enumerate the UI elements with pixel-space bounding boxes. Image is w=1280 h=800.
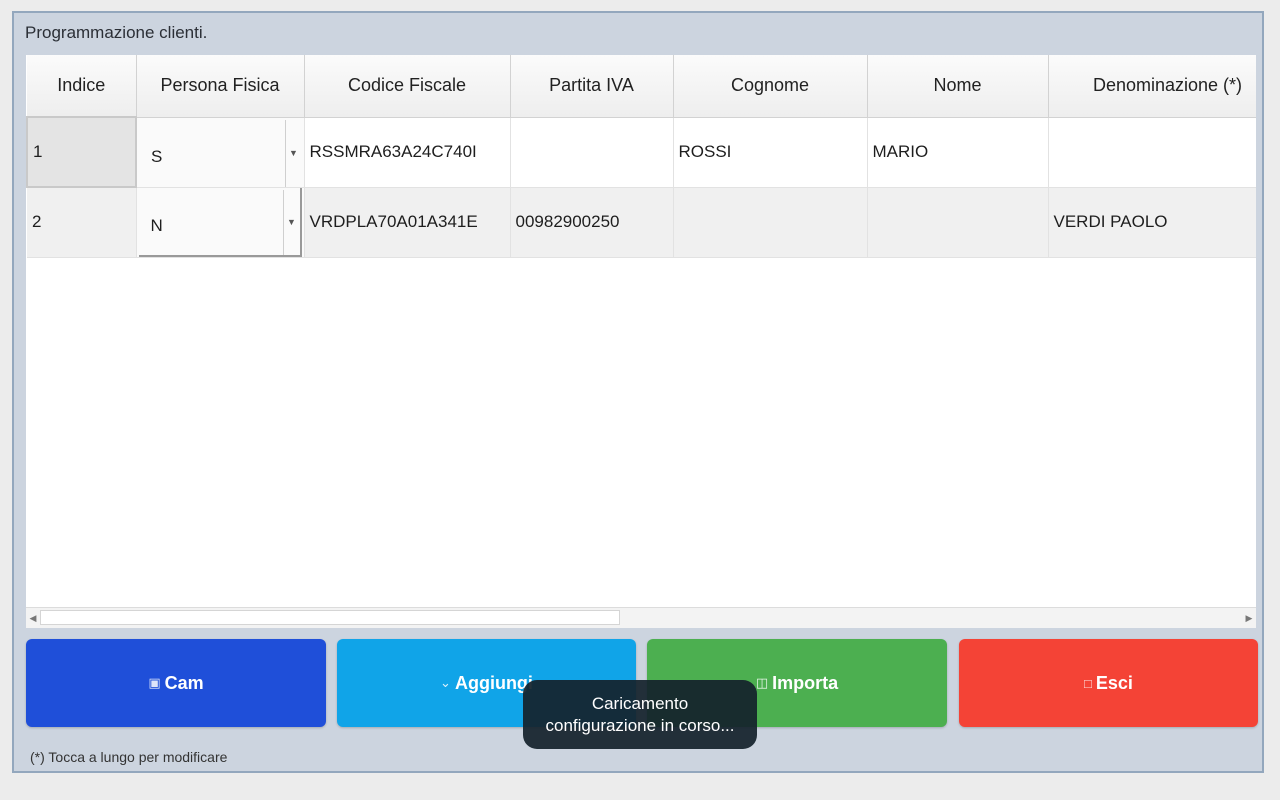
- column-header-denominazione[interactable]: Denominazione (*): [1048, 55, 1256, 118]
- folder-icon: ◫: [755, 675, 769, 690]
- cam-button[interactable]: ▣ Cam: [26, 639, 326, 727]
- persona-fisica-select[interactable]: S ▼: [139, 118, 302, 186]
- toast-line-2: configurazione in corso...: [545, 715, 735, 735]
- aggiungi-button-label: Aggiungi: [454, 672, 533, 693]
- column-header-persona-fisica[interactable]: Persona Fisica: [136, 55, 305, 118]
- loading-toast: Caricamento configurazione in corso...: [523, 680, 757, 749]
- scroll-left-icon[interactable]: ◀: [26, 608, 40, 628]
- column-header-partita-iva[interactable]: Partita IVA: [510, 55, 674, 118]
- horizontal-scrollbar[interactable]: ◀ ▶: [26, 607, 1256, 628]
- cell-codice-fiscale[interactable]: VRDPLA70A01A341E: [304, 187, 511, 258]
- footnote: (*) Tocca a lungo per modificare: [30, 749, 228, 765]
- cell-nome[interactable]: [867, 187, 1049, 258]
- importa-button-label: Importa: [772, 672, 839, 693]
- dropdown-arrow-icon[interactable]: ▼: [282, 189, 300, 255]
- toast-line-1: Caricamento: [591, 693, 689, 713]
- clients-dialog: Programmazione clienti. Indice Persona F…: [12, 11, 1264, 773]
- persona-fisica-value: S: [151, 147, 163, 166]
- dialog-title: Programmazione clienti.: [25, 23, 208, 42]
- table-header-row: Indice Persona Fisica Codice Fiscale Par…: [27, 55, 1256, 118]
- cell-cognome[interactable]: ROSSI: [673, 117, 868, 188]
- cell-partita-iva[interactable]: 00982900250: [510, 187, 674, 258]
- cell-persona-fisica[interactable]: N ▼: [136, 187, 305, 258]
- chevron-down-icon: ⌄: [440, 675, 451, 690]
- table-row[interactable]: 2 N ▼ VRDPLA70A01A341E 00982900250 VERDI…: [27, 187, 1256, 258]
- scroll-right-icon[interactable]: ▶: [1242, 608, 1256, 628]
- cell-partita-iva[interactable]: [510, 117, 674, 188]
- column-header-indice[interactable]: Indice: [27, 55, 137, 118]
- column-header-codice-fiscale[interactable]: Codice Fiscale: [304, 55, 511, 118]
- cell-denominazione[interactable]: [1048, 117, 1256, 188]
- persona-fisica-value: N: [150, 216, 163, 235]
- cam-button-label: Cam: [164, 672, 204, 693]
- cell-indice[interactable]: 1: [26, 116, 137, 188]
- table-row[interactable]: 1 S ▼ RSSMRA63A24C740I ROSSI MARIO: [26, 116, 1256, 188]
- esci-button[interactable]: □ Esci: [959, 639, 1258, 727]
- exit-icon: □: [1084, 675, 1092, 691]
- cell-codice-fiscale[interactable]: RSSMRA63A24C740I: [304, 117, 511, 188]
- scrollbar-thumb[interactable]: [40, 610, 620, 625]
- clients-table: Indice Persona Fisica Codice Fiscale Par…: [26, 55, 1256, 627]
- cell-indice[interactable]: 2: [27, 187, 137, 258]
- cell-denominazione[interactable]: VERDI PAOLO: [1048, 187, 1256, 258]
- cell-cognome[interactable]: [673, 187, 868, 258]
- dropdown-arrow-icon[interactable]: ▼: [284, 119, 302, 186]
- cell-persona-fisica[interactable]: S ▼: [136, 117, 305, 188]
- cell-nome[interactable]: MARIO: [867, 117, 1049, 188]
- persona-fisica-select[interactable]: N ▼: [138, 187, 302, 256]
- column-header-nome[interactable]: Nome: [867, 55, 1049, 118]
- esci-button-label: Esci: [1095, 672, 1133, 693]
- camera-icon: ▣: [148, 675, 161, 690]
- column-header-cognome[interactable]: Cognome: [673, 55, 868, 118]
